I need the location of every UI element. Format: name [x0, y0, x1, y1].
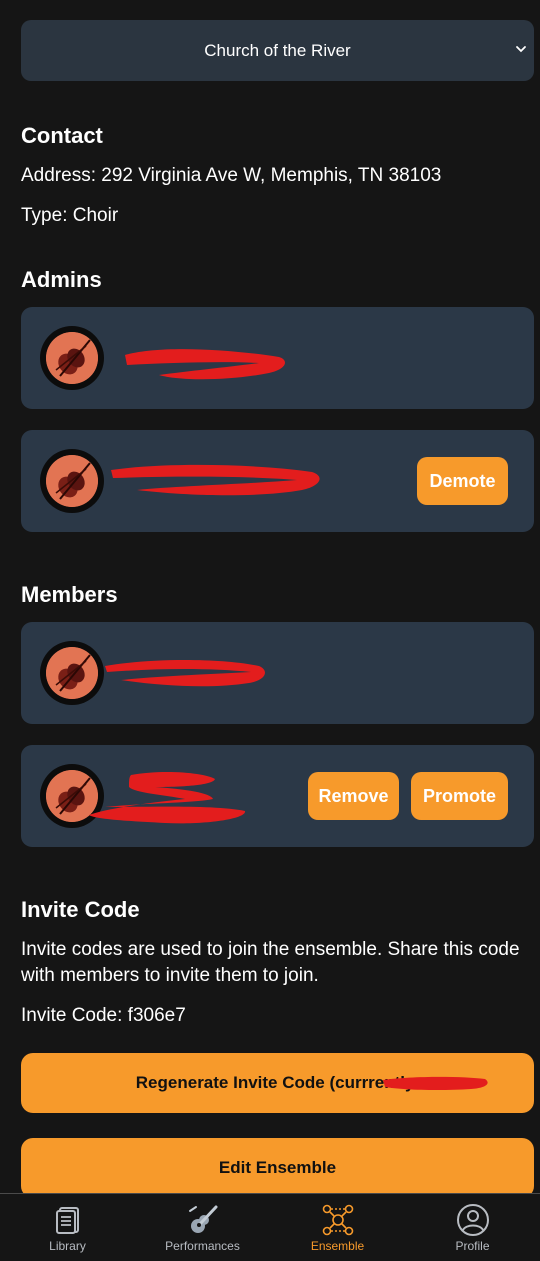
nav-item-performances[interactable]: Performances [135, 1194, 270, 1261]
avatar [40, 449, 104, 513]
redaction-mark [125, 349, 285, 380]
remove-button[interactable]: Remove [308, 772, 399, 820]
user-circle-icon [456, 1204, 489, 1236]
nav-label-library: Library [49, 1239, 86, 1253]
nav-item-library[interactable]: Library [0, 1194, 135, 1261]
ensemble-select-value: Church of the River [204, 40, 351, 60]
edit-ensemble-button[interactable]: Edit Ensemble [21, 1138, 534, 1198]
main-content: Church of the River Contact Address: 292… [21, 20, 534, 1198]
admin-card: Demote [21, 430, 534, 532]
admins-heading: Admins [21, 267, 102, 292]
nav-label-ensemble: Ensemble [310, 1239, 365, 1253]
avatar [40, 764, 104, 828]
member-card [21, 622, 534, 724]
nav-item-profile[interactable]: Profile [405, 1194, 540, 1261]
members-heading: Members [21, 582, 118, 607]
type-text: Type: Choir [21, 205, 119, 226]
demote-button[interactable]: Demote [417, 457, 508, 505]
nav-label-performances: Performances [165, 1239, 240, 1253]
member-card: Remove Promote [21, 745, 534, 847]
regenerate-invite-button[interactable]: Regenerate Invite Code (currrently [21, 1053, 534, 1113]
ensemble-select[interactable]: Church of the River [21, 20, 534, 81]
ensemble-network-icon [322, 1204, 353, 1236]
chevron-down-icon [516, 46, 526, 53]
library-icon [55, 1207, 79, 1234]
admin-card [21, 307, 534, 409]
invite-heading: Invite Code [21, 897, 140, 922]
avatar [40, 326, 104, 390]
nav-label-profile: Profile [455, 1239, 490, 1253]
avatar [40, 641, 104, 705]
violin-icon [46, 332, 98, 384]
ensemble-screen: Church of the River Contact Address: 292… [0, 0, 540, 1261]
violin-icon [46, 455, 98, 507]
redaction-mark [111, 464, 320, 496]
invite-code-text: Invite Code: f306e7 [21, 1005, 186, 1026]
violin-icon [46, 647, 98, 699]
redaction-mark [105, 660, 265, 687]
guitar-icon [188, 1205, 217, 1233]
bottom-nav: Library Performances Ensemble Profile [0, 1193, 540, 1261]
address-text: Address: 292 Virginia Ave W, Memphis, TN… [21, 165, 442, 186]
invite-description: Invite codes are used to join the ensemb… [21, 939, 520, 986]
violin-icon [46, 770, 98, 822]
redaction-mark [89, 772, 246, 824]
promote-button[interactable]: Promote [411, 772, 508, 820]
nav-item-ensemble[interactable]: Ensemble [270, 1194, 405, 1261]
regenerate-invite-label: Regenerate Invite Code (currrently [135, 1073, 420, 1092]
contact-heading: Contact [21, 123, 103, 148]
edit-ensemble-label: Edit Ensemble [218, 1158, 337, 1177]
